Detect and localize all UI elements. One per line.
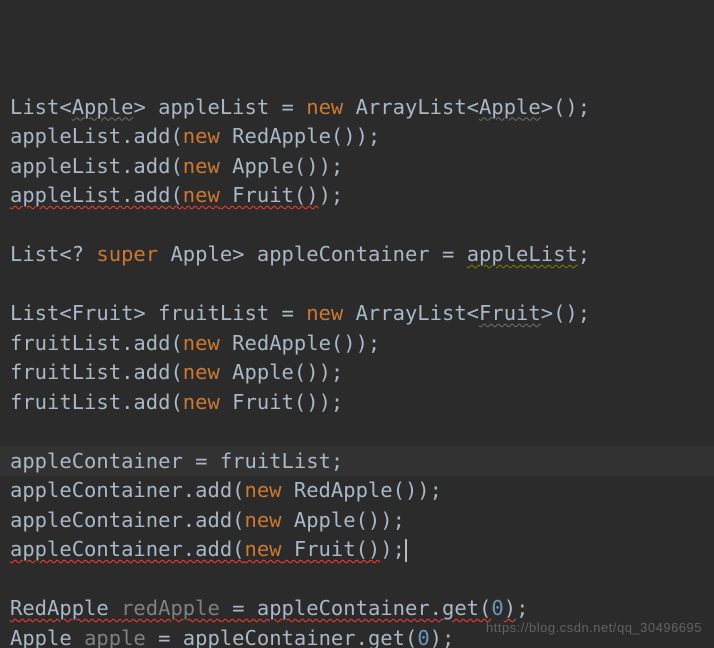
code-token: new bbox=[183, 360, 220, 384]
code-token: appleContainer = fruitList; bbox=[10, 449, 343, 473]
watermark-text: https://blog.csdn.net/qq_30496695 bbox=[486, 613, 702, 643]
code-line: appleContainer.add(new Fruit()); bbox=[10, 535, 714, 565]
code-line: appleList.add(new Apple()); bbox=[10, 152, 714, 182]
code-line bbox=[10, 211, 714, 241]
code-line bbox=[10, 417, 714, 447]
code-token: new bbox=[183, 183, 220, 207]
code-line: appleContainer.add(new RedApple()); bbox=[10, 476, 714, 506]
code-token: appleContainer.add( bbox=[10, 537, 245, 561]
code-token: fruitList.add( bbox=[10, 360, 183, 384]
code-token: fruitList.add( bbox=[10, 331, 183, 355]
code-token: appleContainer.add( bbox=[10, 508, 245, 532]
code-token: appleList bbox=[467, 242, 578, 266]
code-token: super bbox=[96, 242, 158, 266]
code-token: ; bbox=[442, 626, 454, 648]
text-caret bbox=[405, 539, 407, 562]
code-token: Apple bbox=[479, 95, 541, 119]
code-token: new bbox=[306, 301, 343, 325]
code-line: appleContainer = fruitList; bbox=[10, 447, 714, 477]
code-line: fruitList.add(new Apple()); bbox=[10, 358, 714, 388]
code-token: apple bbox=[84, 626, 146, 648]
code-line: List<? super Apple> appleContainer = app… bbox=[10, 240, 714, 270]
code-token: Fruit() bbox=[282, 537, 381, 561]
code-token: RedApple()); bbox=[220, 124, 380, 148]
code-token: new bbox=[245, 508, 282, 532]
code-token: = appleContainer.get( bbox=[220, 596, 492, 620]
code-token: new bbox=[183, 124, 220, 148]
code-token: appleList.add( bbox=[10, 124, 183, 148]
code-token: = appleContainer.get( bbox=[146, 626, 418, 648]
code-token: List<? bbox=[10, 242, 96, 266]
code-token: fruitList.add( bbox=[10, 390, 183, 414]
code-token: appleList.add( bbox=[10, 154, 183, 178]
code-line: appleContainer.add(new Apple()); bbox=[10, 506, 714, 536]
code-line bbox=[10, 565, 714, 595]
code-token: appleContainer.add( bbox=[10, 478, 245, 502]
code-token: ; bbox=[578, 242, 590, 266]
code-token: new bbox=[245, 478, 282, 502]
code-token: > appleList = bbox=[133, 95, 306, 119]
code-token: Apple bbox=[10, 626, 84, 648]
code-token: >(); bbox=[541, 95, 590, 119]
code-token: Apple> appleContainer = bbox=[158, 242, 467, 266]
code-line: List<Fruit> fruitList = new ArrayList<Fr… bbox=[10, 299, 714, 329]
code-token: redApple bbox=[121, 596, 220, 620]
code-token: RedApple bbox=[10, 596, 121, 620]
code-token: new bbox=[306, 95, 343, 119]
code-token: List<Fruit> fruitList = bbox=[10, 301, 306, 325]
code-token: ArrayList< bbox=[343, 301, 479, 325]
code-token: new bbox=[245, 537, 282, 561]
code-editor[interactable]: List<Apple> appleList = new ArrayList<Ap… bbox=[0, 0, 714, 648]
code-token: 0 bbox=[417, 626, 429, 648]
code-token: Apple bbox=[72, 95, 134, 119]
code-token: ); bbox=[380, 537, 405, 561]
code-token: new bbox=[183, 390, 220, 414]
code-token: Fruit()); bbox=[220, 390, 343, 414]
code-token: Fruit bbox=[479, 301, 541, 325]
code-token: RedApple()); bbox=[282, 478, 442, 502]
code-token: >(); bbox=[541, 301, 590, 325]
code-token: ArrayList< bbox=[343, 95, 479, 119]
code-line: fruitList.add(new Fruit()); bbox=[10, 388, 714, 418]
code-line: appleList.add(new RedApple()); bbox=[10, 122, 714, 152]
code-token: ); bbox=[319, 183, 344, 207]
code-token: new bbox=[183, 331, 220, 355]
code-token: new bbox=[183, 154, 220, 178]
code-token: Apple()); bbox=[220, 360, 343, 384]
code-token: Fruit() bbox=[220, 183, 319, 207]
code-token: Apple()); bbox=[220, 154, 343, 178]
code-token: RedApple()); bbox=[220, 331, 380, 355]
code-token: List< bbox=[10, 95, 72, 119]
code-line: List<Apple> appleList = new ArrayList<Ap… bbox=[10, 93, 714, 123]
code-line bbox=[10, 270, 714, 300]
code-token: ) bbox=[430, 626, 442, 648]
code-token: appleList.add( bbox=[10, 183, 183, 207]
code-content: List<Apple> appleList = new ArrayList<Ap… bbox=[10, 93, 714, 648]
code-line: fruitList.add(new RedApple()); bbox=[10, 329, 714, 359]
code-token: Apple()); bbox=[282, 508, 405, 532]
code-line: appleList.add(new Fruit()); bbox=[10, 181, 714, 211]
